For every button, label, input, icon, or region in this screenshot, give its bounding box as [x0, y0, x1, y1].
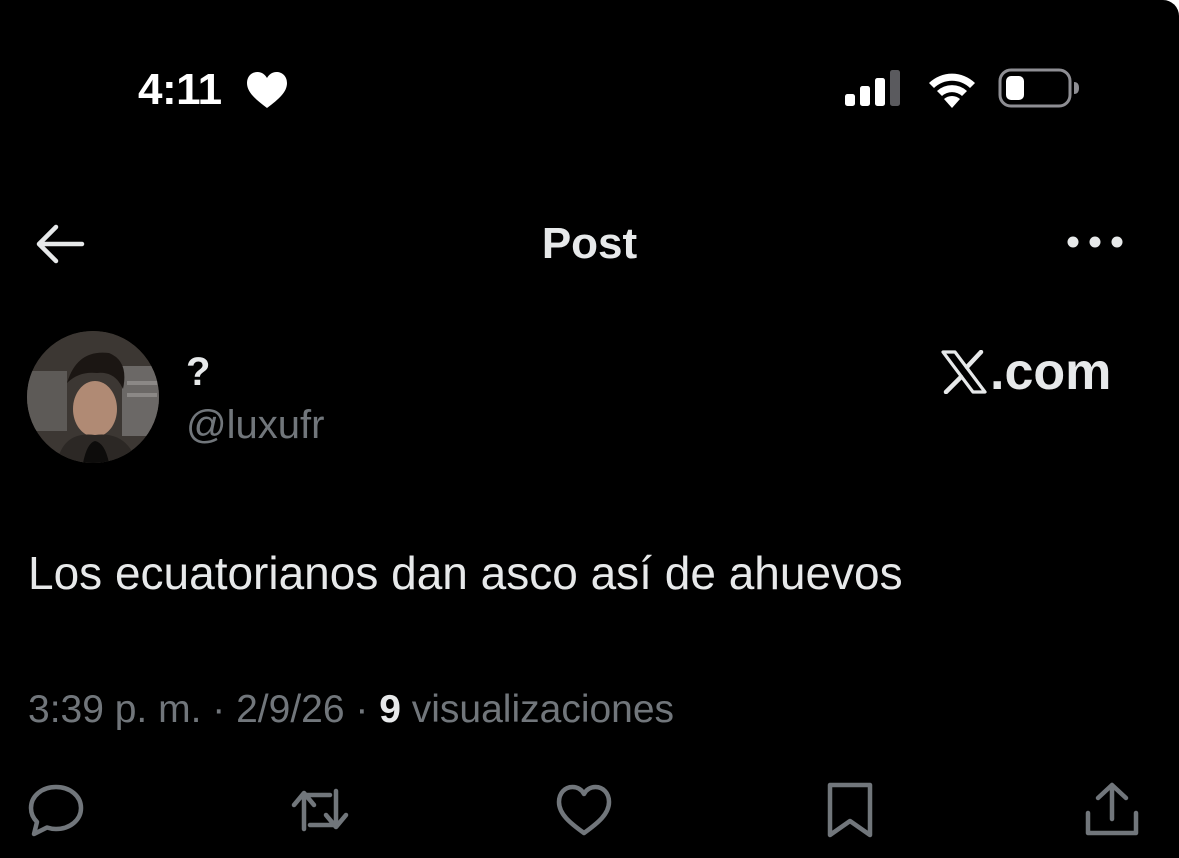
like-button[interactable] [552, 780, 616, 840]
post-text: Los ecuatorianos dan asco así de ahuevos [28, 547, 903, 599]
x-logo-icon [941, 350, 987, 394]
author-handle[interactable]: @luxufr [186, 402, 324, 448]
brand-text: .com [990, 343, 1112, 401]
reply-button[interactable] [24, 780, 88, 840]
meta-separator: · [344, 688, 380, 731]
post-time: 3:39 p. m. [28, 688, 202, 731]
post-screen: 4:11 Post ? @luxufr .com Los ecuatoriano… [0, 0, 1179, 858]
like-icon [556, 784, 612, 836]
reply-icon [28, 784, 84, 837]
repost-icon [291, 788, 349, 832]
page-title: Post [541, 219, 638, 268]
signal-icon [845, 70, 900, 106]
post-date: 2/9/26 [236, 688, 345, 731]
avatar[interactable] [27, 331, 159, 463]
author-display-name[interactable]: ? [186, 350, 210, 394]
meta-separator: · [201, 688, 237, 731]
bookmark-icon [827, 782, 873, 838]
post-meta: 3:39 p. m. · 2/9/26 · 9 visualizaciones [28, 686, 674, 734]
share-button[interactable] [1080, 780, 1144, 840]
status-time: 4:11 [138, 65, 222, 114]
more-icon[interactable] [1066, 232, 1126, 252]
avatar-image [27, 331, 159, 463]
views-count[interactable]: 9 [379, 688, 401, 731]
battery-icon [998, 68, 1079, 108]
bookmark-button[interactable] [818, 780, 882, 840]
heart-icon [247, 72, 287, 108]
share-icon [1085, 782, 1139, 836]
views-label: visualizaciones [400, 688, 675, 731]
x-brand-logo: .com [940, 344, 1111, 400]
repost-button[interactable] [288, 780, 352, 840]
wifi-icon [929, 73, 975, 108]
